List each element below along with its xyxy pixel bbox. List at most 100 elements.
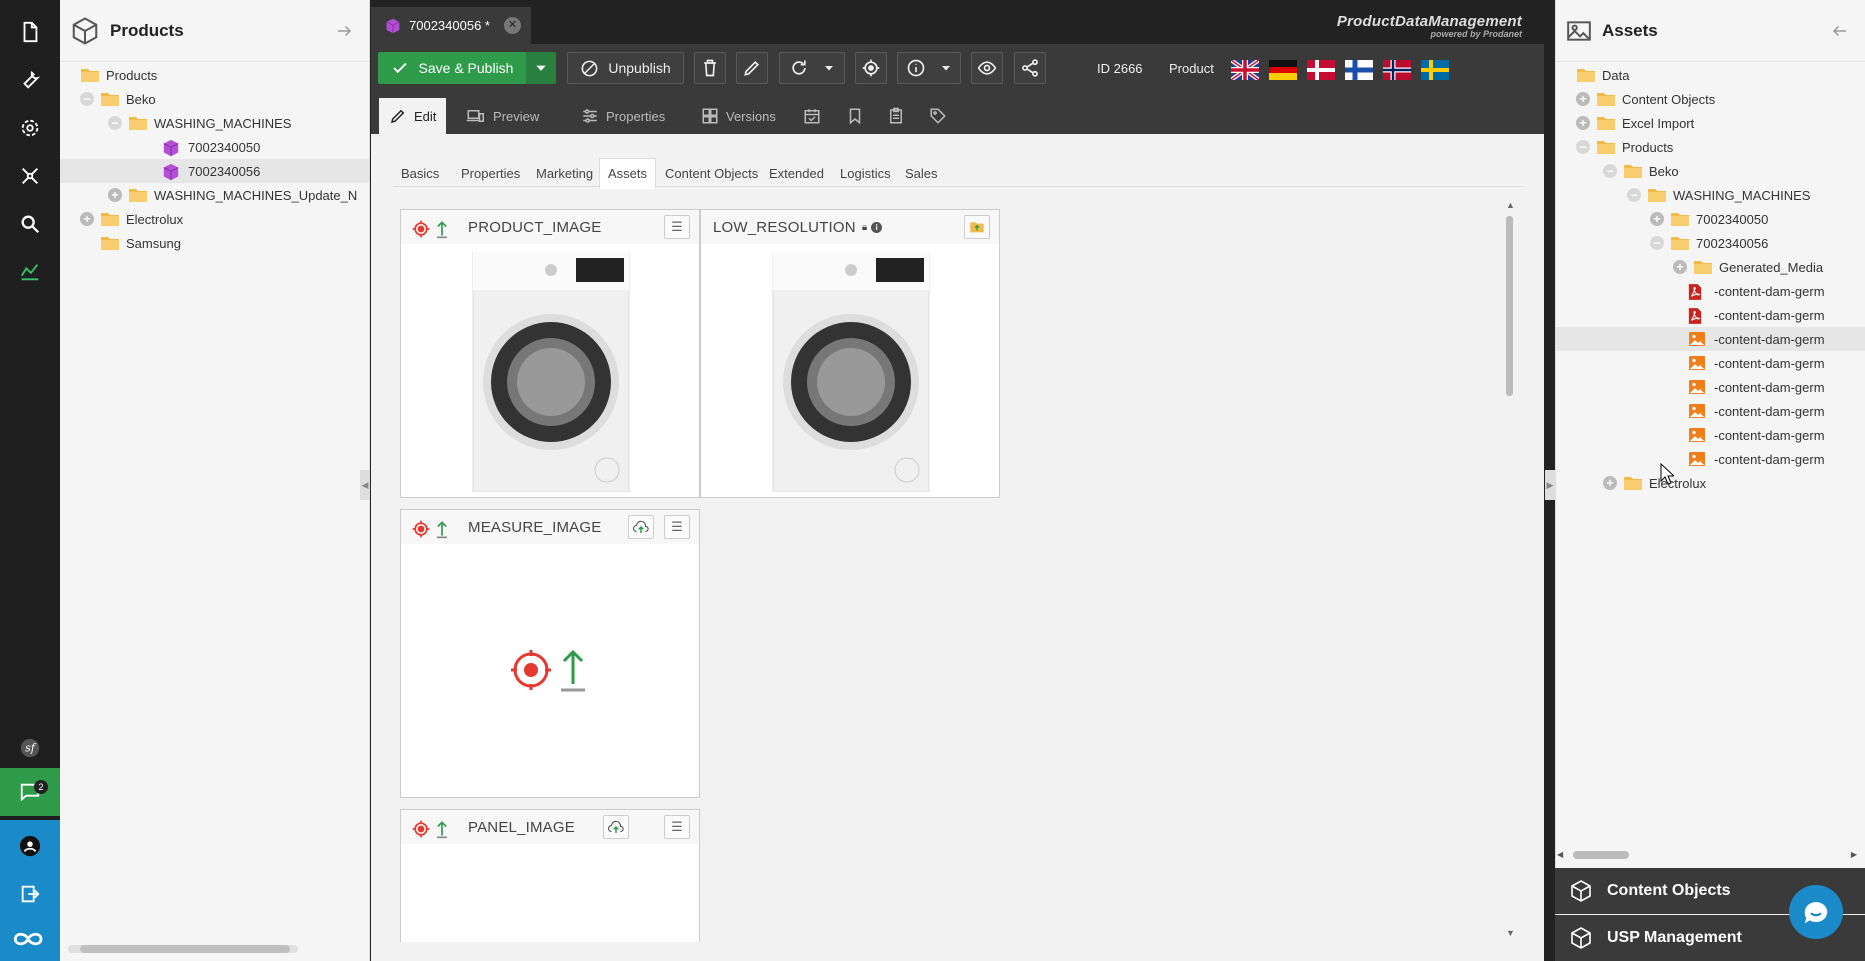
tab-tags[interactable] (919, 98, 957, 134)
tree-item[interactable]: − Products (1556, 135, 1865, 159)
expand-icon[interactable]: + (108, 188, 122, 202)
vertical-scrollbar[interactable]: ▲ ▼ (1505, 200, 1515, 940)
washing-machine-image[interactable] (471, 252, 631, 492)
delete-button[interactable] (694, 52, 726, 84)
export-icon[interactable] (0, 872, 60, 916)
tree-item[interactable]: − 7002340056 (1556, 231, 1865, 255)
tree-item[interactable]: + Excel Import (1556, 111, 1865, 135)
tab-versions[interactable]: Versions (691, 98, 786, 134)
info-button[interactable] (897, 52, 961, 84)
scroll-down-icon[interactable]: ▼ (1506, 928, 1515, 938)
chat-widget-button[interactable] (1789, 885, 1843, 939)
cloud-upload-icon[interactable] (628, 515, 654, 539)
tab-bookmark[interactable] (836, 98, 874, 134)
expand-icon[interactable]: + (1576, 92, 1590, 106)
flag-uk-icon[interactable] (1231, 60, 1259, 80)
arrow-left-icon[interactable] (1831, 22, 1849, 40)
tree-item[interactable]: − WASHING_MACHINES (60, 111, 369, 135)
tree-item[interactable]: -content-dam-germ (1556, 303, 1865, 327)
flag-fi-icon[interactable] (1345, 60, 1373, 80)
tree-item[interactable]: -content-dam-germ (1556, 399, 1865, 423)
rename-button[interactable] (736, 52, 768, 84)
locate-button[interactable] (855, 52, 887, 84)
tab-extended[interactable]: Extended (761, 158, 832, 188)
target-icon[interactable] (411, 219, 431, 239)
tab-sales[interactable]: Sales (897, 158, 946, 188)
menu-icon[interactable]: ☰ (664, 815, 690, 839)
tree-item[interactable]: + Content Objects (1556, 87, 1865, 111)
folder-upload-icon[interactable] (964, 215, 990, 239)
upload-arrow-icon[interactable] (435, 519, 449, 539)
unpublish-button[interactable]: Unpublish (567, 52, 684, 84)
save-publish-button[interactable]: Save & Publish (378, 52, 526, 84)
flag-se-icon[interactable] (1421, 60, 1449, 80)
network-icon[interactable] (0, 152, 60, 200)
drop-target-placeholder[interactable] (511, 648, 591, 692)
flag-no-icon[interactable] (1383, 60, 1411, 80)
scroll-up-icon[interactable]: ▲ (1506, 200, 1515, 210)
search-icon[interactable] (0, 200, 60, 248)
target-icon[interactable] (411, 519, 431, 539)
washing-machine-image[interactable] (771, 252, 931, 492)
tree-item[interactable]: − Beko (60, 87, 369, 111)
collapse-icon[interactable]: − (1576, 140, 1590, 154)
tree-item[interactable]: + Electrolux (1556, 471, 1865, 495)
upload-arrow-icon[interactable] (435, 219, 449, 239)
tab-properties[interactable]: Properties (571, 98, 675, 134)
tree-item-selected[interactable]: 7002340056 (60, 159, 369, 183)
tree-item[interactable]: − Beko (1556, 159, 1865, 183)
notifications-button[interactable]: 2 (0, 768, 60, 816)
user-button[interactable] (0, 820, 60, 872)
collapse-icon[interactable]: − (1603, 164, 1617, 178)
tree-item[interactable]: -content-dam-germ (1556, 279, 1865, 303)
tree-item[interactable]: -content-dam-germ (1556, 375, 1865, 399)
collapse-icon[interactable]: − (108, 116, 122, 130)
arrow-right-icon[interactable] (335, 22, 353, 40)
reload-button[interactable] (779, 52, 845, 84)
tree-item[interactable]: -content-dam-germ (1556, 423, 1865, 447)
symfony-icon[interactable]: sf (0, 724, 60, 772)
tree-item[interactable]: + Generated_Media (1556, 255, 1865, 279)
target-icon[interactable] (411, 819, 431, 839)
scrollbar-thumb[interactable] (1573, 851, 1629, 859)
expand-icon[interactable]: + (1576, 116, 1590, 130)
file-icon[interactable] (0, 8, 60, 56)
tree-item[interactable]: +7002340050 (1556, 207, 1865, 231)
scrollbar-thumb[interactable] (1506, 216, 1513, 396)
tab-properties-inner[interactable]: Properties (453, 158, 528, 188)
upload-arrow-icon[interactable] (435, 819, 449, 839)
scroll-left-icon[interactable]: ◀ (1557, 850, 1563, 859)
cloud-upload-icon[interactable] (603, 815, 629, 839)
close-icon[interactable]: ✕ (504, 17, 521, 34)
wrench-icon[interactable] (0, 56, 60, 104)
tab-preview[interactable]: Preview (454, 98, 549, 134)
tab-schedule[interactable] (793, 98, 831, 134)
collapse-left-tab[interactable]: ◀ (360, 470, 370, 500)
tab-basics[interactable]: Basics (393, 158, 447, 188)
tree-item[interactable]: -content-dam-germ (1556, 447, 1865, 471)
tree-item[interactable]: − WASHING_MACHINES (1556, 183, 1865, 207)
tab-content-objects[interactable]: Content Objects (657, 158, 766, 188)
logo-icon[interactable] (0, 916, 60, 961)
document-tab[interactable]: 7002340056 * ✕ (371, 7, 531, 44)
flag-de-icon[interactable] (1269, 60, 1297, 80)
expand-icon[interactable]: + (1603, 476, 1617, 490)
menu-icon[interactable]: ☰ (664, 515, 690, 539)
tab-marketing[interactable]: Marketing (528, 158, 601, 188)
tab-tasks[interactable] (877, 98, 915, 134)
tree-item[interactable]: -content-dam-germ (1556, 351, 1865, 375)
gear-icon[interactable] (0, 104, 60, 152)
save-options-dropdown[interactable] (526, 52, 556, 84)
info-icon[interactable]: i (871, 221, 883, 233)
tree-item-selected[interactable]: -content-dam-germ (1556, 327, 1865, 351)
expand-icon[interactable]: + (80, 212, 94, 226)
tab-logistics[interactable]: Logistics (832, 158, 899, 188)
collapse-icon[interactable]: − (1650, 236, 1664, 250)
tree-item[interactable]: + Electrolux (60, 207, 369, 231)
collapse-icon[interactable]: − (80, 92, 94, 106)
tab-assets[interactable]: Assets (599, 158, 657, 189)
preview-button[interactable] (971, 52, 1003, 84)
scrollbar-thumb[interactable] (80, 945, 290, 953)
horizontal-scrollbar[interactable]: ◀ ▶ (1557, 850, 1857, 860)
collapse-right-tab[interactable]: ▶ (1545, 470, 1555, 500)
